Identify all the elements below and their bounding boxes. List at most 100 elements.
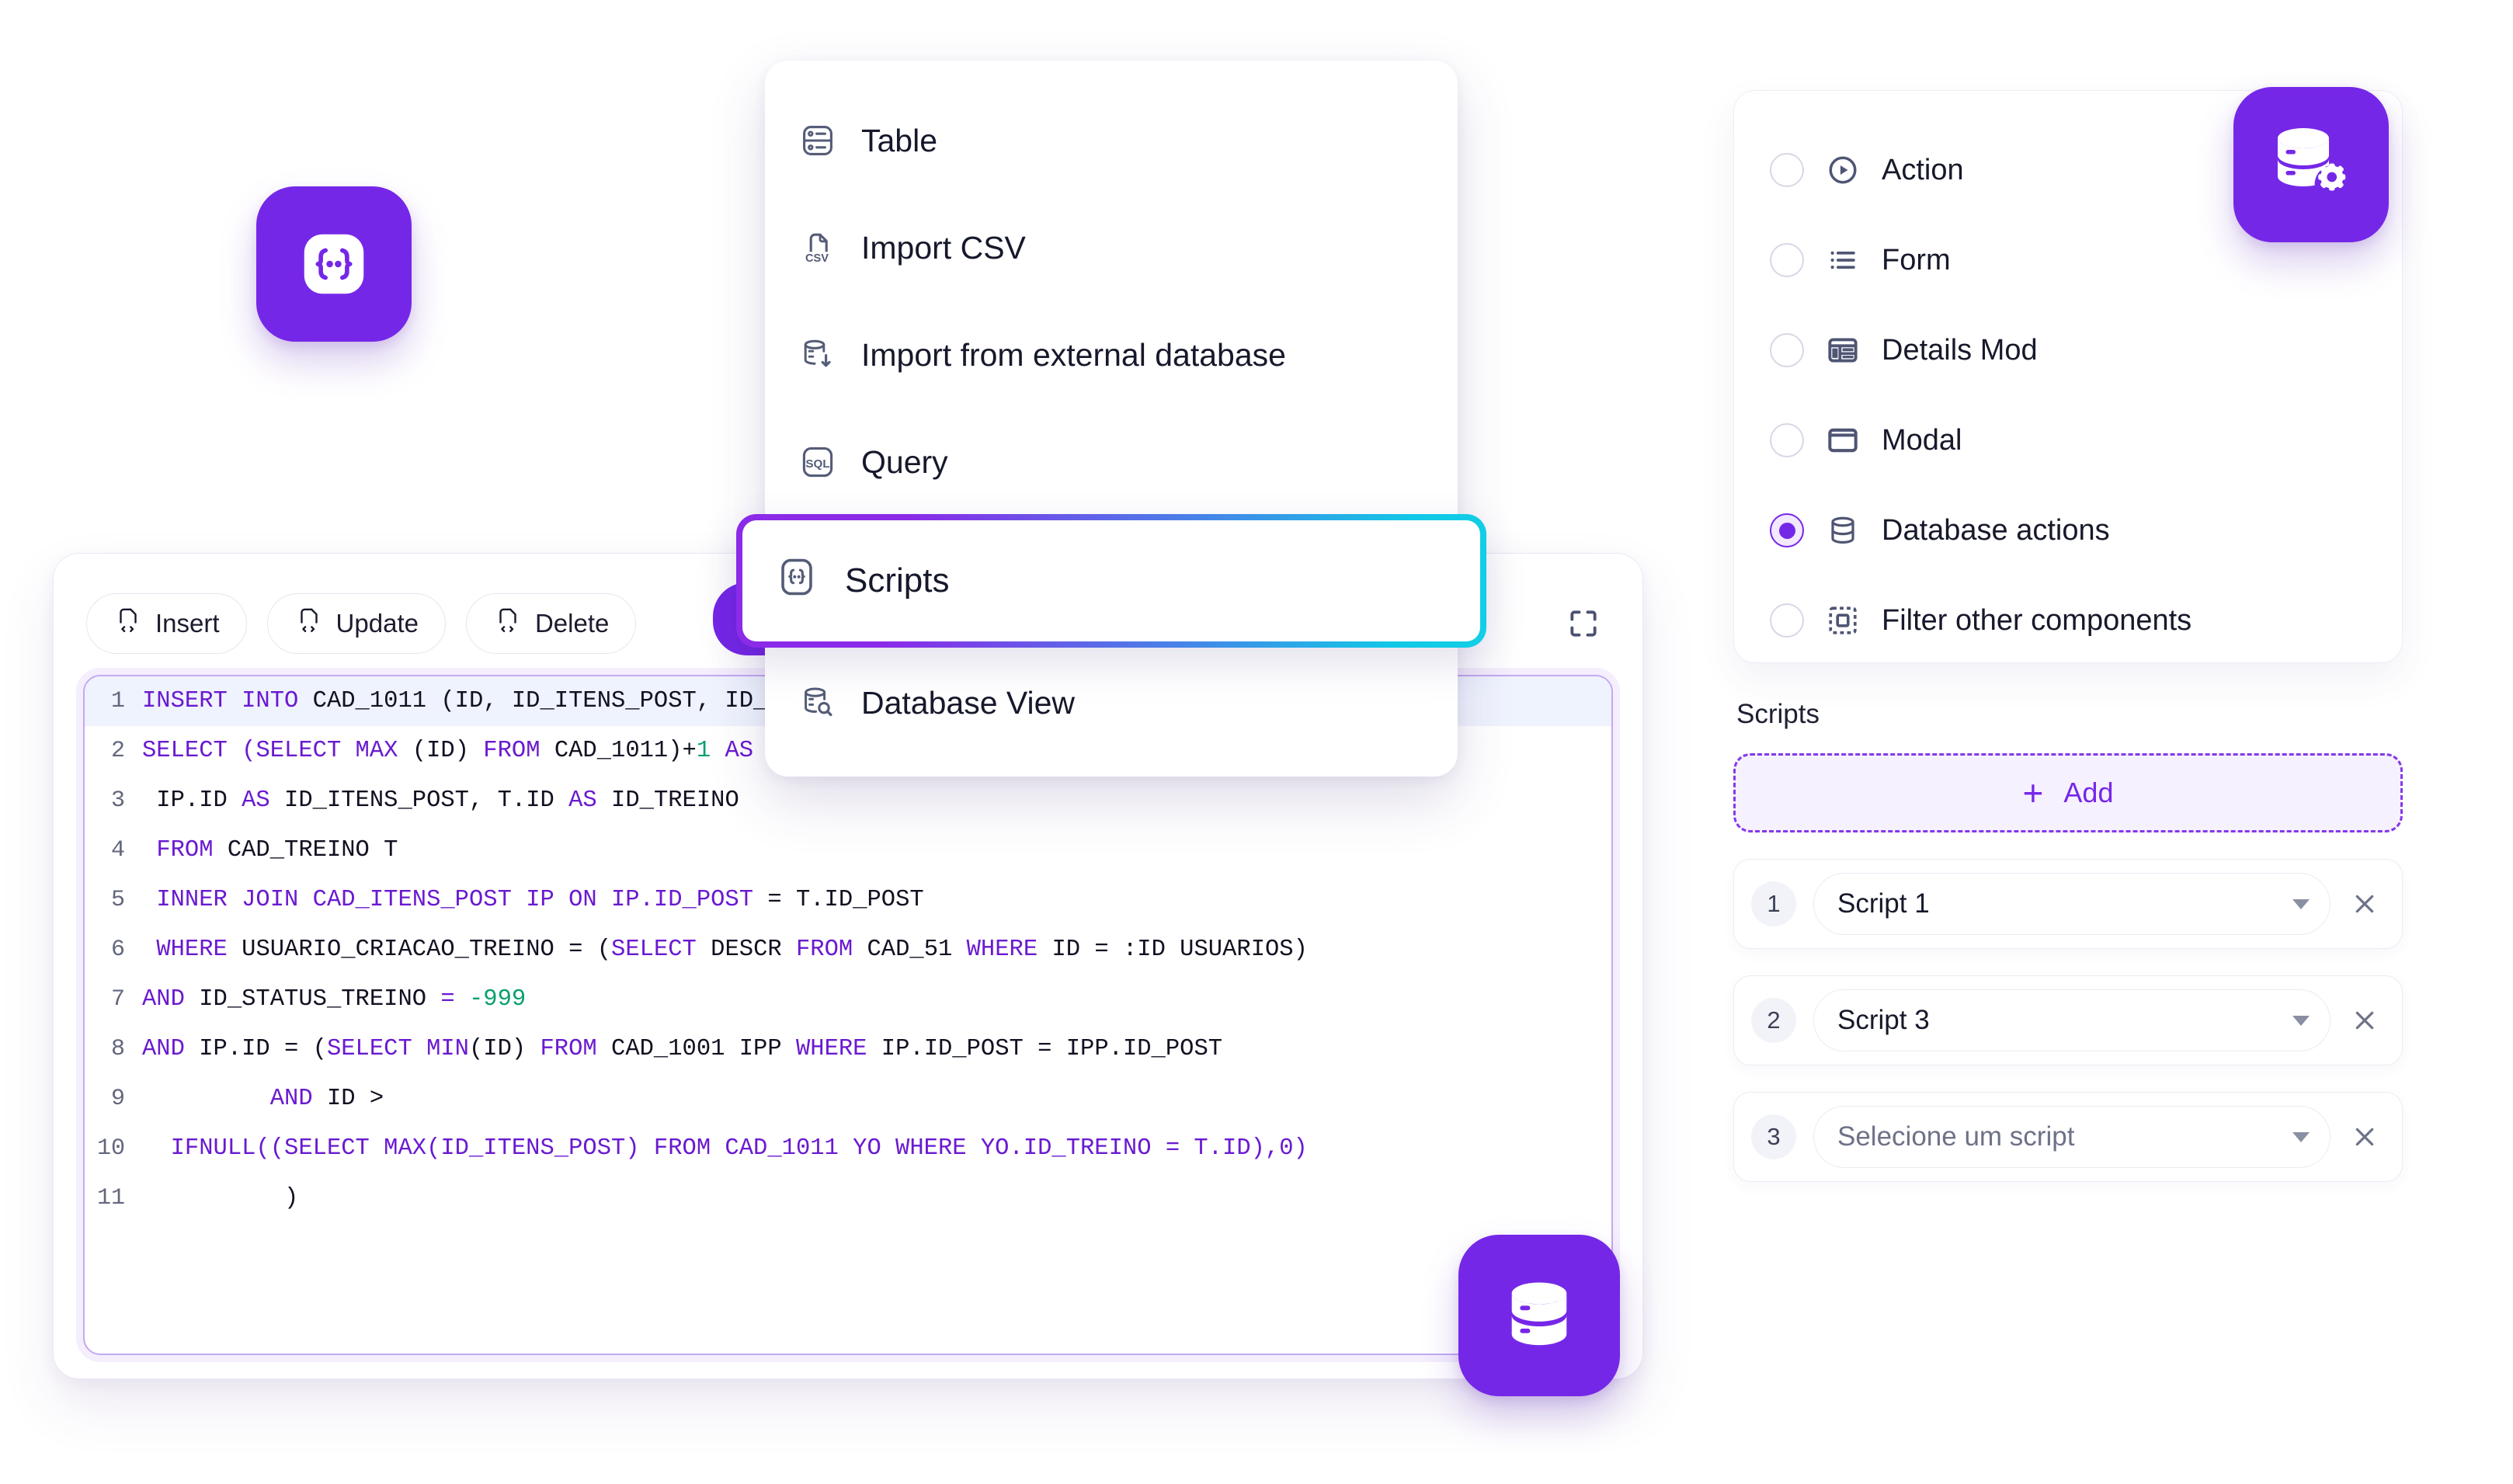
svg-text:CSV: CSV [805,252,829,265]
code-token: (ID) [468,1036,540,1062]
type-option-details-mod[interactable]: Details Mod [1734,305,2402,395]
update-button[interactable]: Update [266,593,446,654]
scripts-section: Scripts + Add 1 Script 1 2 Script 3 3 Selecio… [1733,699,2403,1182]
script-select-value: Script 1 [1837,888,1930,919]
chevron-down-icon [2292,1131,2310,1142]
code-token: INNER JOIN CAD_ITENS_POST IP ON IP.ID_PO… [156,887,768,913]
editor-toolbar: Insert Update Delete [86,589,637,658]
code-line: 11 ) [85,1173,1611,1223]
type-option-label: Filter other components [1882,603,2192,637]
csv-file-icon: CSV [799,229,836,266]
code-line-text: FROM CAD_TREINO T [142,837,398,864]
dropdown-item-table[interactable]: Table [765,87,1458,194]
dropdown-item-database-view[interactable]: Database View [765,649,1458,756]
code-token: = [440,986,469,1013]
expand-icon[interactable] [1566,606,1601,641]
component-type-dropdown: Table CSV Import CSV Import from external d… [765,61,1458,777]
code-token: WHERE [156,937,242,963]
database-stack-icon [1826,513,1860,547]
filter-dashed-icon [1826,603,1860,638]
type-option-database-actions[interactable]: Database actions [1734,485,2402,575]
line-number: 10 [96,1135,125,1162]
chevron-down-icon [2292,898,2310,909]
type-option-filter-other-components[interactable]: Filter other components [1734,575,2402,666]
script-index-badge: 2 [1751,998,1796,1043]
close-icon[interactable] [2348,1003,2382,1037]
database-settings-icon [2264,118,2358,211]
table-rows-icon [799,122,836,159]
dropdown-item-query[interactable]: SQL Query [765,408,1458,516]
line-number: 1 [110,688,125,714]
code-line: 10 IFNULL((SELECT MAX(ID_ITENS_POST) FRO… [85,1124,1611,1173]
script-select[interactable]: Selecione um script [1813,1106,2331,1168]
code-line-text: IP.ID AS ID_ITENS_POST, T.ID AS ID_TREIN… [142,787,739,814]
code-token: (ID) [412,738,484,764]
code-token: SELECT [611,937,711,963]
line-number: 11 [96,1185,125,1211]
code-token: USUARIO_CRIACAO_TREINO = ( [242,937,612,963]
database-badge [1458,1235,1620,1396]
scripts-braces-icon [292,222,376,306]
code-token: CAD_1011)+ [554,738,697,764]
play-circle-icon [1826,153,1860,187]
code-file-icon [294,606,324,641]
code-token: AS [725,738,768,764]
database-settings-badge [2233,87,2389,242]
code-token: AND [269,1086,327,1112]
code-token: IP.ID = ( [199,1036,327,1062]
code-token: CAD_51 [867,937,967,963]
code-token: CAD_1001 IPP [611,1036,796,1062]
sql-icon: SQL [799,443,836,481]
code-line: 4 FROM CAD_TREINO T [85,825,1611,875]
radio-button[interactable] [1770,603,1804,638]
code-line-text: SELECT (SELECT MAX (ID) FROM CAD_1011)+1… [142,738,810,764]
insert-button-label: Insert [155,609,220,638]
dropdown-item-label: Import CSV [861,229,1026,266]
code-token: FROM [156,837,228,864]
close-icon[interactable] [2348,1120,2382,1154]
script-select[interactable]: Script 1 [1813,873,2331,935]
code-token: AS [568,787,612,814]
dropdown-item-scripts[interactable]: Scripts [736,514,1486,648]
code-line-text: INSERT INTO CAD_1011 (ID, ID_ITENS_POST,… [142,688,867,714]
insert-button[interactable]: Insert [86,593,247,654]
dropdown-item-import-from-external-database[interactable]: Import from external database [765,301,1458,408]
dropdown-item-import-csv[interactable]: CSV Import CSV [765,194,1458,301]
radio-button[interactable] [1770,153,1804,187]
script-select[interactable]: Script 3 [1813,989,2331,1051]
line-number: 7 [110,986,125,1013]
code-line: 7 AND ID_STATUS_TREINO = -999 [85,975,1611,1024]
code-line: 6 WHERE USUARIO_CRIACAO_TREINO = (SELECT… [85,925,1611,975]
code-line-text: WHERE USUARIO_CRIACAO_TREINO = (SELECT D… [142,937,1308,963]
code-token: FROM [795,937,867,963]
code-token: AND [142,1036,200,1062]
dropdown-item-label: Database View [861,684,1076,721]
script-row: 1 Script 1 [1733,859,2403,949]
delete-button[interactable]: Delete [465,593,637,654]
radio-button[interactable] [1770,243,1804,277]
type-option-label: Modal [1882,423,1962,457]
code-token: SELECT MIN [326,1036,469,1062]
scripts-braces-badge [256,186,412,342]
script-index-badge: 1 [1751,881,1796,926]
code-line-text: AND ID_STATUS_TREINO = -999 [142,986,526,1013]
close-icon[interactable] [2348,887,2382,921]
code-line-text: AND ID > [142,1086,384,1112]
code-token: ) [142,1185,299,1211]
type-option-modal[interactable]: Modal [1734,395,2402,485]
radio-button[interactable] [1770,333,1804,367]
code-line: 5 INNER JOIN CAD_ITENS_POST IP ON IP.ID_… [85,875,1611,925]
code-token: = T.ID_POST [767,887,924,913]
radio-button[interactable] [1770,513,1804,547]
code-token: IFNULL((SELECT MAX(ID_ITENS_POST) FROM C… [170,1135,1308,1162]
add-script-button[interactable]: + Add [1733,753,2403,832]
code-line: 3 IP.ID AS ID_ITENS_POST, T.ID AS ID_TRE… [85,776,1611,825]
sql-code-area[interactable]: 1 INSERT INTO CAD_1011 (ID, ID_ITENS_POST… [83,675,1613,1355]
code-line-text: IFNULL((SELECT MAX(ID_ITENS_POST) FROM C… [142,1135,1308,1162]
radio-button[interactable] [1770,423,1804,457]
code-token: ID = :ID USUARIOS) [1051,937,1308,963]
